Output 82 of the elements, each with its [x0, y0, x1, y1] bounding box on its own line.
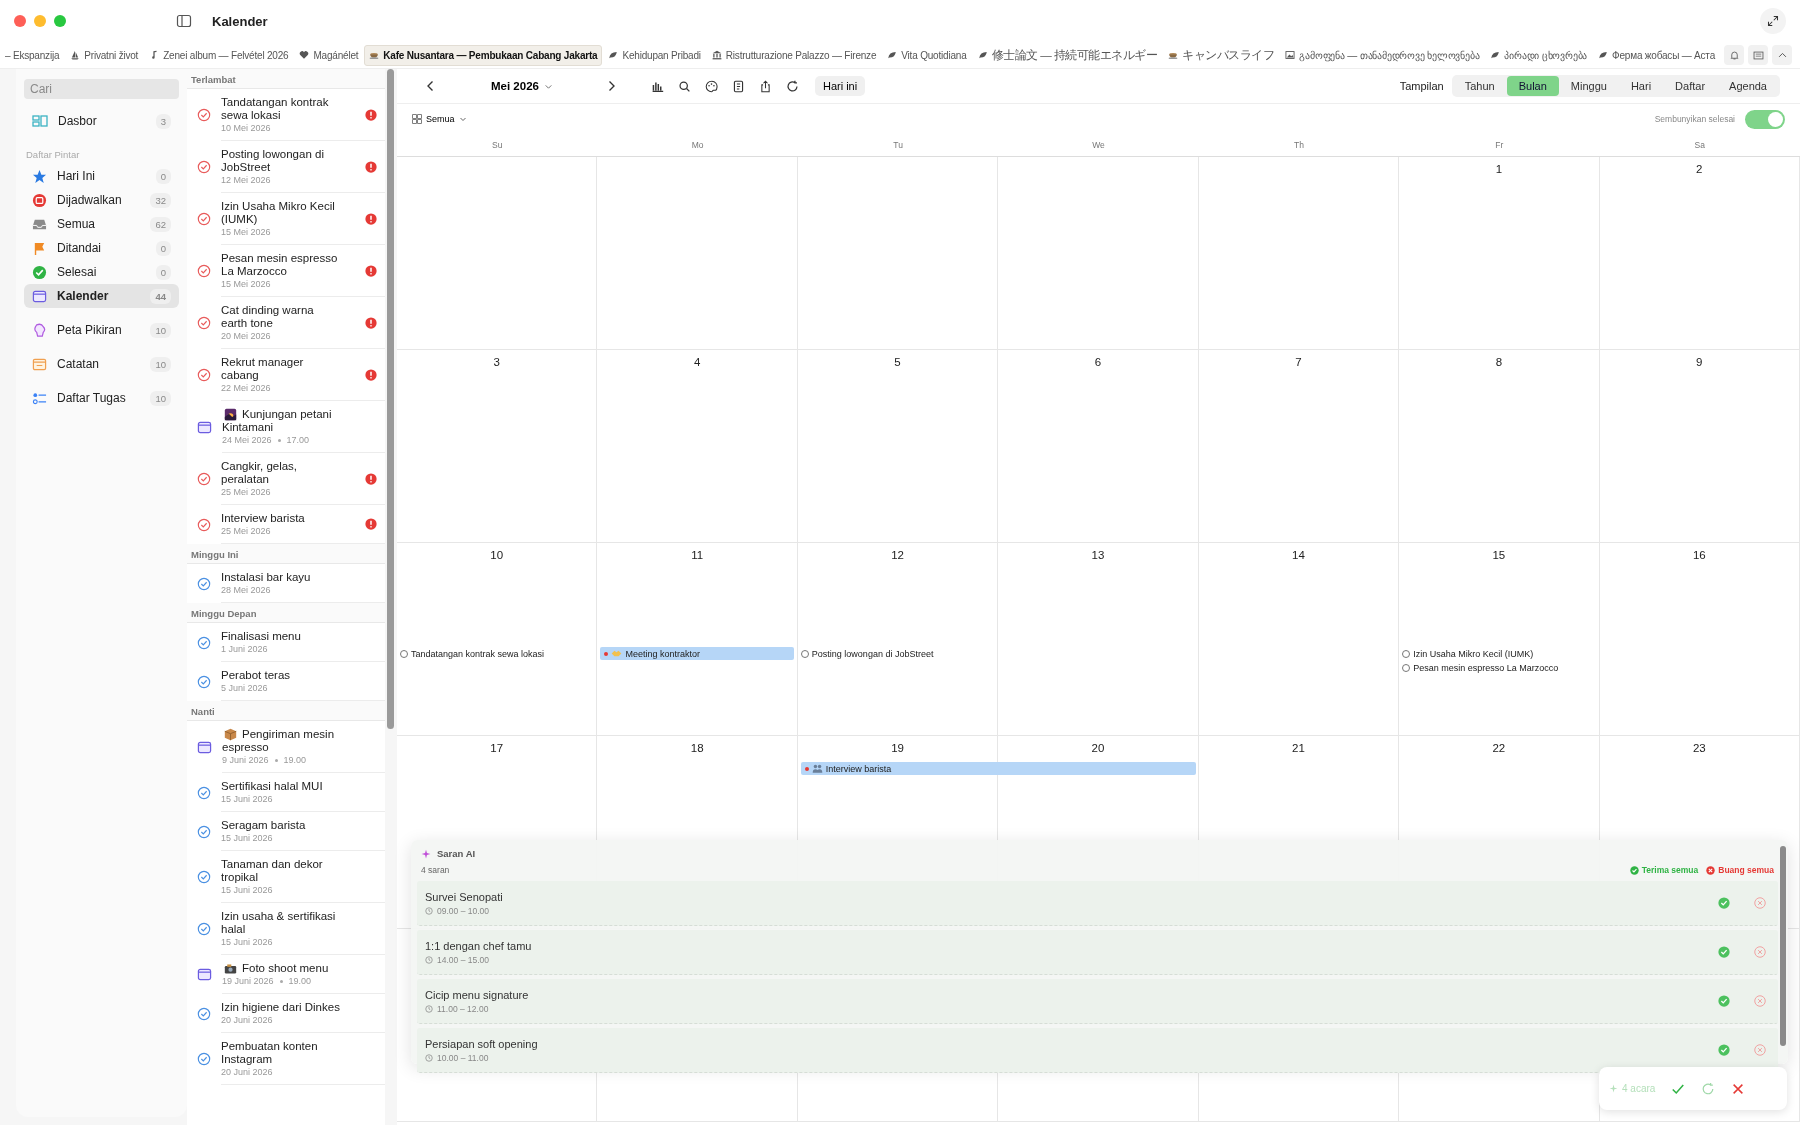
suggestion-title: Persiapan soft opening: [425, 1037, 538, 1050]
day-number: 17: [489, 741, 505, 756]
day-number: 4: [692, 355, 702, 370]
day-number: 9: [1695, 355, 1704, 370]
event-count: 4 acara: [1622, 1083, 1656, 1094]
task-time: 19.00: [288, 976, 312, 986]
suggestion-time: 10.00 – 11.00: [437, 1052, 489, 1063]
task-time: 19.00: [283, 755, 307, 765]
window-title: Kalender: [212, 13, 268, 29]
section-header: Terlambat: [187, 69, 385, 89]
count-badge: 3: [155, 113, 171, 129]
section-header: Nanti: [187, 701, 385, 721]
count-badge: 0: [155, 240, 171, 256]
day-number: 11: [690, 548, 705, 563]
day-number: 2: [1695, 162, 1704, 177]
suggestion-time: 11.00 – 12.00: [437, 1003, 489, 1014]
task-date: 1 Juni 2026: [221, 644, 268, 654]
day-number: 1: [1494, 162, 1504, 177]
task-date: 5 Juni 2026: [221, 683, 268, 693]
count-badge: 10: [150, 356, 171, 372]
suggestion-title: Cicip menu signature: [425, 988, 529, 1001]
count-badge: 0: [155, 264, 171, 280]
task-date: 20 Mei 2026: [221, 331, 271, 341]
day-number: 23: [1691, 741, 1707, 756]
weekday-label: Su: [491, 140, 504, 150]
panel-title: Saran AI: [437, 848, 476, 859]
section-label: Daftar Pintar: [26, 149, 81, 160]
suggestion-title: Survei Senopati: [425, 890, 503, 903]
weekday-label: We: [1091, 140, 1106, 150]
task-date: 15 Mei 2026: [221, 227, 271, 237]
day-number: 19: [890, 741, 905, 756]
day-number: 6: [1093, 355, 1103, 370]
day-number: 10: [489, 548, 505, 563]
view-label: Tampilan: [1399, 80, 1444, 92]
task-date: 22 Mei 2026: [221, 383, 271, 393]
day-number: 21: [1291, 741, 1306, 756]
count-badge: 32: [150, 192, 171, 208]
task-date: 15 Juni 2026: [221, 937, 273, 947]
section-header: Minggu Ini: [187, 544, 385, 564]
day-number: 18: [689, 741, 705, 756]
weekday-label: Tu: [892, 140, 904, 150]
weekday-label: Th: [1292, 140, 1305, 150]
count-badge: 62: [150, 216, 171, 232]
day-number: 5: [893, 355, 902, 370]
task-date: 15 Mei 2026: [221, 279, 271, 289]
suggestion-time: 09.00 – 10.00: [437, 905, 489, 916]
task-date: 10 Mei 2026: [221, 123, 271, 133]
task-date: 15 Juni 2026: [221, 794, 273, 804]
day-number: 22: [1491, 741, 1507, 756]
count-badge: 0: [155, 168, 171, 184]
weekday-label: Sa: [1693, 140, 1706, 150]
task-date: 20 Juni 2026: [221, 1015, 273, 1025]
day-number: 14: [1291, 548, 1306, 563]
day-number: 15: [1491, 548, 1507, 563]
task-date: 9 Juni 2026: [222, 755, 269, 765]
task-date: 19 Juni 2026: [222, 976, 274, 986]
day-number: 8: [1494, 355, 1504, 370]
task-time: 17.00: [286, 435, 310, 445]
weekday-label: Fr: [1494, 140, 1505, 150]
suggestion-title: 1:1 dengan chef tamu: [425, 939, 532, 952]
task-date: 28 Mei 2026: [221, 585, 271, 595]
count-badge: 10: [150, 390, 171, 406]
day-number: 20: [1090, 741, 1106, 756]
section-header: Minggu Depan: [187, 603, 385, 623]
task-date: 15 Juni 2026: [221, 833, 273, 843]
suggestion-time: 14.00 – 15.00: [437, 954, 489, 965]
weekday-label: Mo: [690, 140, 705, 150]
task-date: 25 Mei 2026: [221, 487, 271, 497]
task-date: 12 Mei 2026: [221, 175, 271, 185]
task-date: 25 Mei 2026: [221, 526, 271, 536]
day-number: 7: [1294, 355, 1303, 370]
day-number: 16: [1691, 548, 1707, 563]
task-date: 24 Mei 2026: [222, 435, 272, 445]
toggle-label: Sembunyikan selesai: [1654, 114, 1735, 124]
task-date: 15 Juni 2026: [221, 885, 273, 895]
task-date: 20 Juni 2026: [221, 1067, 273, 1077]
count-badge: 10: [150, 322, 171, 338]
suggestion-count: 4 saran: [421, 865, 450, 875]
day-number: 13: [1090, 548, 1106, 563]
day-number: 12: [890, 548, 905, 563]
count-badge: 44: [150, 288, 171, 304]
day-number: 3: [492, 355, 501, 370]
